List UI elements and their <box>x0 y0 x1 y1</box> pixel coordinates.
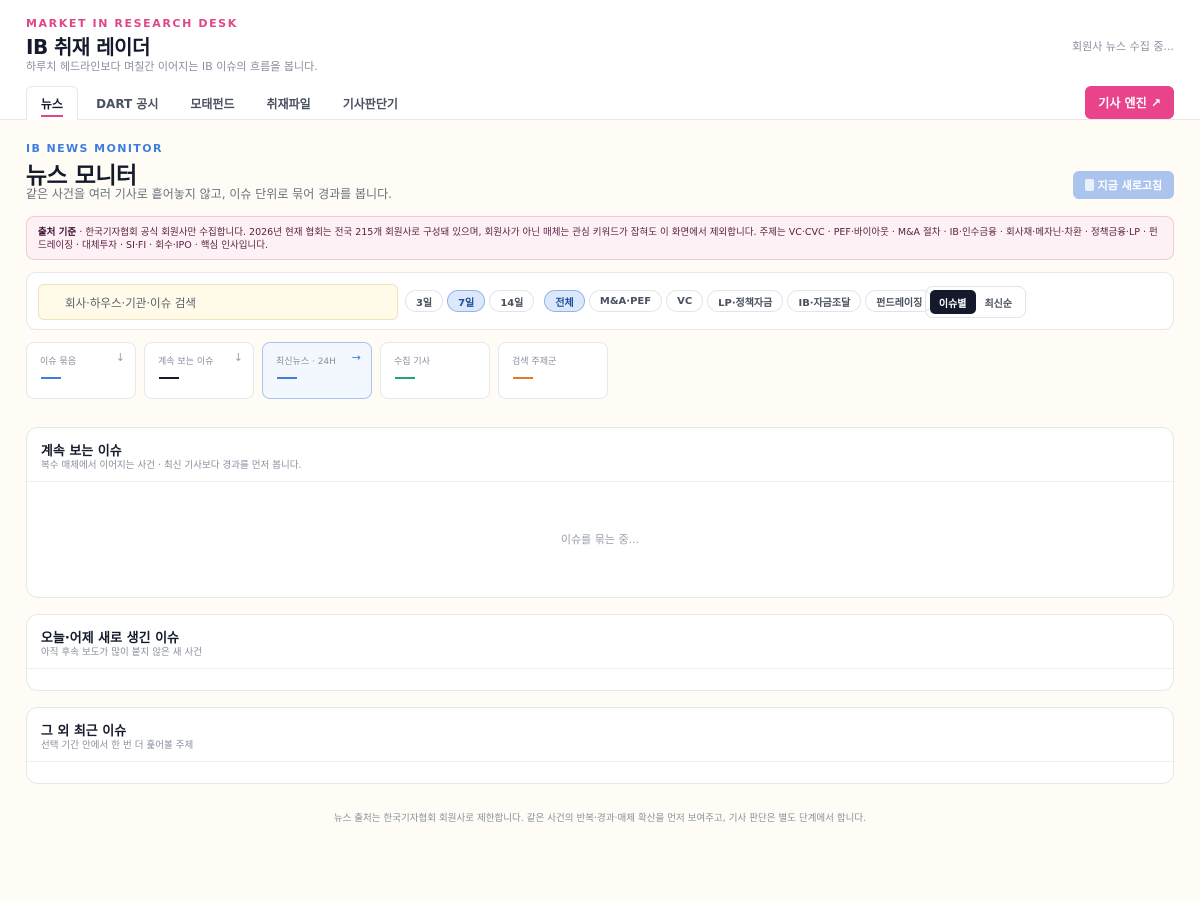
period-chip-3d[interactable]: 3일 <box>405 290 444 312</box>
panel-subtitle: 복수 매체에서 이어지는 사건 · 최신 기사보다 경과를 먼저 봅니다. <box>41 460 302 471</box>
arrow-down-icon: ↓ <box>233 351 243 364</box>
panel-subtitle: 아직 후속 보도가 많이 붙지 않은 새 사건 <box>41 647 202 658</box>
tab-article-judge[interactable]: 기사판단기 <box>329 86 412 120</box>
search-input[interactable]: 회사·하우스·기관·이슈 검색 <box>38 284 398 320</box>
main-tabs: 뉴스 DART 공시 모태펀드 취재파일 기사판단기 <box>26 86 416 120</box>
panel-divider <box>27 761 1173 762</box>
stat-label: 수집 기사 <box>394 357 430 367</box>
topic-chip-ib[interactable]: IB·자금조달 <box>787 290 862 312</box>
sort-toggle: 이슈별 최신순 <box>925 286 1027 318</box>
stat-placeholder-bar <box>277 377 297 379</box>
stat-label: 최신뉴스 · 24H <box>276 357 336 367</box>
footer-note: 뉴스 출처는 한국기자협회 회원사로 제한합니다. 같은 사건의 반복·경과·매… <box>333 813 867 824</box>
refresh-button[interactable]: 지금 새로고침 <box>1073 171 1174 199</box>
notice-text: · 한국기자협회 공식 회원사만 수집합니다. 2026년 현재 협회는 전국 … <box>38 227 1158 251</box>
stat-card-search-topics: 검색 주제군 <box>498 342 608 399</box>
app-subtitle: 하루치 헤드라인보다 며칠간 이어지는 IB 이슈의 흐름을 봅니다. <box>26 60 318 73</box>
tab-label: 뉴스 <box>41 95 64 117</box>
stat-label: 이슈 묶음 <box>40 357 76 367</box>
period-chip-7d[interactable]: 7일 <box>447 290 486 312</box>
notice-label: 출처 기준 <box>38 227 77 238</box>
stat-label: 검색 주제군 <box>512 357 557 367</box>
stat-placeholder-bar <box>159 377 179 379</box>
stat-card-issue-groups[interactable]: 이슈 묶음 ↓ <box>26 342 136 399</box>
stat-card-collected-articles: 수집 기사 <box>380 342 490 399</box>
tab-news[interactable]: 뉴스 <box>26 86 79 120</box>
filter-bar: 회사·하우스·기관·이슈 검색 3일 7일 14일 전체 M&A·PEF VC … <box>26 272 1174 330</box>
stat-placeholder-bar <box>41 377 61 379</box>
panel-divider <box>27 481 1173 482</box>
search-placeholder: 회사·하우스·기관·이슈 검색 <box>65 296 197 310</box>
stat-card-ongoing-issues[interactable]: 계속 보는 이슈 ↓ <box>144 342 254 399</box>
sort-by-latest[interactable]: 최신순 <box>976 290 1022 314</box>
refresh-label: 지금 새로고침 <box>1097 179 1163 192</box>
new-issues-panel: 오늘·어제 새로 생긴 이슈 아직 후속 보도가 많이 붙지 않은 새 사건 <box>26 614 1174 691</box>
topic-chip-lp[interactable]: LP·정책자금 <box>707 290 784 312</box>
arrow-down-icon: ↓ <box>115 351 125 364</box>
stat-placeholder-bar <box>395 377 415 379</box>
article-engine-button[interactable]: 기사 엔진 ↗ <box>1085 86 1174 119</box>
stat-label: 계속 보는 이슈 <box>158 357 214 367</box>
desk-eyebrow: MARKET IN RESEARCH DESK <box>26 17 238 30</box>
stat-placeholder-bar <box>513 377 533 379</box>
sort-by-issue[interactable]: 이슈별 <box>930 290 976 314</box>
loading-text: 이슈를 묶는 중... <box>560 533 640 546</box>
source-notice: 출처 기준 · 한국기자협회 공식 회원사만 수집합니다. 2026년 현재 협… <box>26 216 1174 260</box>
panel-subtitle: 선택 기간 안에서 한 번 더 훑어볼 주제 <box>41 740 194 751</box>
refresh-icon <box>1084 179 1094 191</box>
tab-reporting-files[interactable]: 취재파일 <box>253 86 325 120</box>
panel-divider <box>27 668 1173 669</box>
topic-chip-vc[interactable]: VC <box>666 290 704 312</box>
stat-card-latest-news[interactable]: 최신뉴스 · 24H → <box>262 342 372 399</box>
tab-fund-of-funds[interactable]: 모태펀드 <box>177 86 249 120</box>
period-chip-14d[interactable]: 14일 <box>489 290 535 312</box>
topic-chip-ma-pef[interactable]: M&A·PEF <box>588 290 663 312</box>
app-header: MARKET IN RESEARCH DESK IB 취재 레이더 하루치 헤드… <box>0 0 1200 120</box>
other-issues-panel: 그 외 최근 이슈 선택 기간 안에서 한 번 더 훑어볼 주제 <box>26 707 1174 784</box>
ongoing-issues-panel: 계속 보는 이슈 복수 매체에서 이어지는 사건 · 최신 기사보다 경과를 먼… <box>26 427 1174 598</box>
topic-chip-fundraising[interactable]: 펀드레이징 <box>865 290 934 312</box>
page-subtitle: 같은 사건을 여러 기사로 흩어놓지 않고, 이슈 단위로 묶어 경과를 봅니다… <box>26 187 392 201</box>
topic-chip-all[interactable]: 전체 <box>544 290 585 312</box>
collect-status: 회원사 뉴스 수집 중... <box>1072 40 1174 53</box>
filter-chips: 3일 7일 14일 전체 M&A·PEF VC LP·정책자금 IB·자금조달 … <box>405 290 937 312</box>
app-title: IB 취재 레이더 <box>26 35 151 59</box>
section-eyebrow: IB NEWS MONITOR <box>26 142 163 155</box>
arrow-right-icon: → <box>351 351 361 364</box>
tab-dart[interactable]: DART 공시 <box>82 86 172 120</box>
